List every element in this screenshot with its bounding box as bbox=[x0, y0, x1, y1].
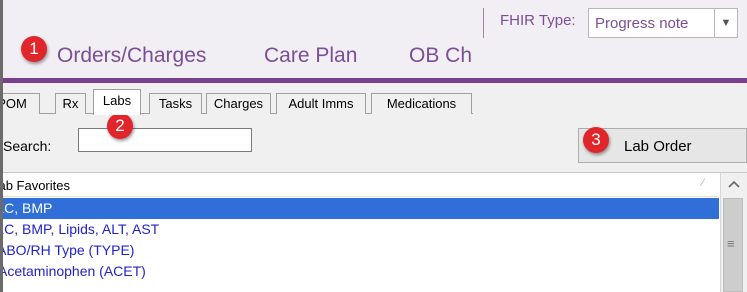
tab-orders-charges[interactable]: Orders/Charges bbox=[57, 44, 206, 68]
fhir-type-value[interactable]: Progress note bbox=[589, 9, 715, 37]
callout-badge-2: 2 bbox=[107, 113, 133, 139]
list-item[interactable]: A1C, BMP, Lipids, ALT, AST bbox=[0, 219, 719, 240]
list-item[interactable]: ABO/RH Type (TYPE) bbox=[0, 240, 719, 261]
subtab-rx[interactable]: Rx bbox=[55, 93, 86, 114]
window-frame-edge bbox=[0, 0, 3, 292]
subtab-label: Adult Imms bbox=[288, 96, 354, 111]
subtab-label: Medications bbox=[386, 96, 457, 111]
list-item-label: ABO/RH Type (TYPE) bbox=[0, 242, 135, 258]
app-window: FHIR Type: Progress note ▼ Orders/Charge… bbox=[0, 0, 747, 292]
list-header-label: Lab Favorites bbox=[0, 178, 70, 193]
subtab-pom[interactable]: POM bbox=[0, 93, 40, 114]
chevron-up-icon[interactable] bbox=[722, 175, 745, 193]
list-header[interactable] bbox=[3, 173, 719, 197]
list-item-label: A1C, BMP, Lipids, ALT, AST bbox=[0, 221, 160, 237]
subtab-medications[interactable]: Medications bbox=[371, 93, 472, 114]
subtab-labs[interactable]: Labs bbox=[93, 89, 141, 115]
search-label: Search: bbox=[3, 138, 52, 154]
tab-care-plan[interactable]: Care Plan bbox=[264, 44, 357, 68]
fhir-type-label: FHIR Type: bbox=[500, 12, 576, 29]
list-item[interactable]: Acetaminophen (ACET) bbox=[0, 261, 719, 282]
fhir-type-select[interactable]: Progress note ▼ bbox=[588, 8, 738, 38]
subtab-adult-imms[interactable]: Adult Imms bbox=[276, 93, 366, 114]
subtab-label: Labs bbox=[102, 93, 132, 108]
subtab-label: Tasks bbox=[158, 96, 193, 111]
subtab-label: Charges bbox=[213, 96, 264, 111]
callout-badge-1: 1 bbox=[21, 36, 47, 62]
search-input[interactable] bbox=[78, 128, 252, 152]
subtab-tasks[interactable]: Tasks bbox=[149, 93, 202, 114]
subtab-label: Rx bbox=[62, 96, 79, 111]
subtab-charges[interactable]: Charges bbox=[206, 93, 271, 114]
caret-down-icon[interactable]: ▼ bbox=[715, 9, 737, 37]
list-item-label: Acetaminophen (ACET) bbox=[0, 263, 146, 279]
sort-indicator-icon: ∕ bbox=[702, 177, 704, 189]
grip-icon: ≡ bbox=[727, 236, 735, 251]
list-item-label: A1C, BMP bbox=[0, 200, 53, 216]
list-item[interactable]: A1C, BMP bbox=[0, 198, 719, 219]
header-separator bbox=[483, 8, 484, 38]
callout-badge-3: 3 bbox=[583, 127, 609, 153]
tab-ob-ch[interactable]: OB Ch bbox=[409, 44, 472, 68]
subtab-label: POM bbox=[0, 96, 27, 111]
